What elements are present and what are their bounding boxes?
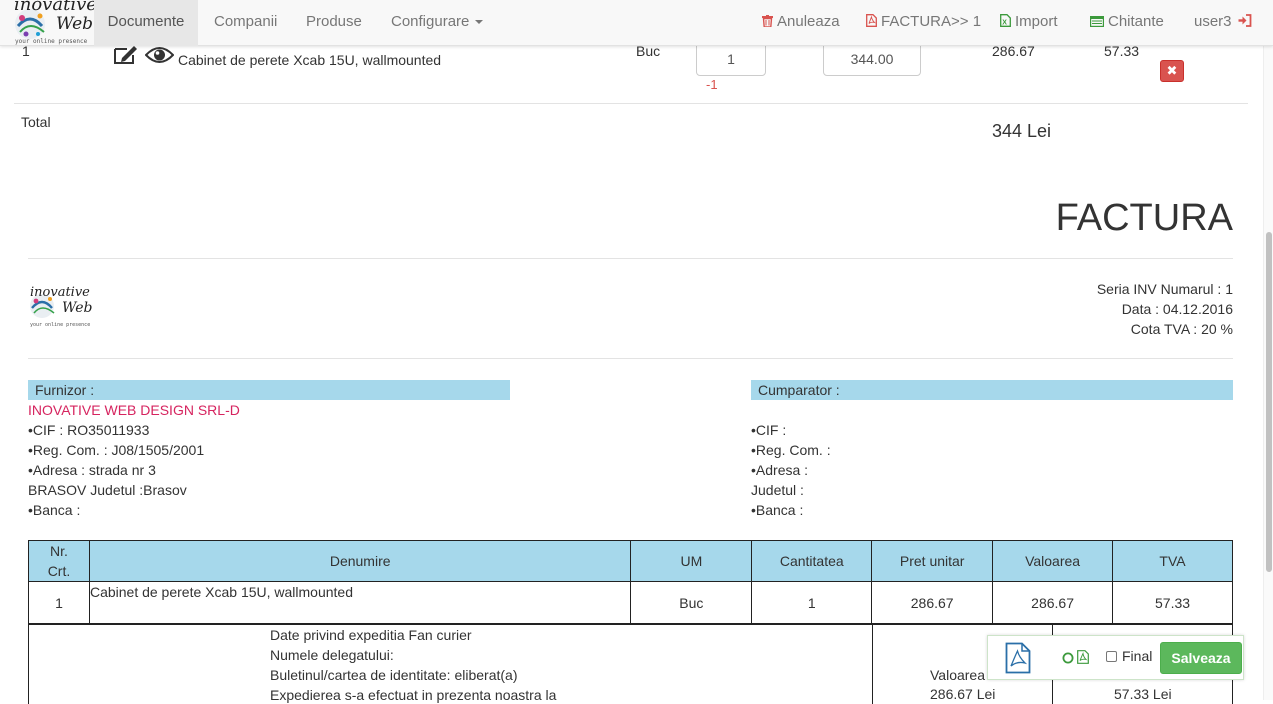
col-valoarea: Valoarea: [992, 540, 1114, 582]
col-nr-crt: Nr. Crt.: [28, 540, 90, 582]
nav-configurare-label: Configurare: [391, 13, 470, 30]
user-label: user3: [1194, 13, 1232, 30]
page-scrollbar[interactable]: [1263, 0, 1273, 700]
excel-icon: X: [1000, 14, 1011, 27]
floating-save-bar: Final Salveaza: [987, 635, 1244, 680]
furnizor-oras: BRASOV Judetul :Brasov: [28, 482, 187, 498]
furnizor-cif: •CIF : RO35011933: [28, 422, 150, 438]
chitante-link[interactable]: Chitante: [1090, 0, 1164, 46]
delete-row-button[interactable]: ✖: [1160, 60, 1184, 82]
footer-valoarea-label: Valoarea: [930, 667, 986, 683]
col-crt-label: Crt.: [47, 563, 71, 579]
invoice-logo: inovative Web your online presence: [28, 285, 94, 331]
factura-label: FACTURA>> 1: [881, 13, 982, 30]
price-input[interactable]: 344.00: [823, 42, 921, 76]
pdf-icon[interactable]: [1077, 650, 1089, 664]
cumparator-banca: •Banca :: [751, 502, 804, 518]
pdf-icon: [866, 14, 877, 27]
nav-configurare-dropdown[interactable]: Configurare: [391, 0, 484, 46]
invoice-data: Data : 04.12.2016: [1121, 301, 1233, 317]
quantity-delta: -1: [706, 77, 718, 92]
col-tva: TVA: [1112, 540, 1233, 582]
col-cantitatea: Cantitatea: [751, 540, 873, 582]
close-icon: ✖: [1166, 63, 1178, 78]
nav-produse[interactable]: Produse: [306, 0, 362, 46]
list-icon: [1090, 16, 1104, 27]
col-denumire: Denumire: [88, 540, 632, 582]
nav-produse-label: Produse: [306, 13, 362, 30]
trash-icon: [762, 15, 773, 27]
table-row: 1 Cabinet de perete Xcab 15U, wallmounte…: [28, 581, 1233, 624]
invoice-serie: Seria INV Numarul : 1: [1096, 281, 1233, 297]
nav-companii-label: Companii: [214, 13, 278, 30]
cell-denumire: Cabinet de perete Xcab 15U, wallmounted: [88, 581, 632, 624]
invoice-cota-tva: Cota TVA : 20 %: [1130, 321, 1233, 337]
nav-documente[interactable]: Documente: [94, 0, 198, 46]
cumparator-cif: •CIF :: [751, 422, 787, 438]
invoice-logo-line2: Web: [62, 300, 93, 316]
edit-icon[interactable]: [113, 43, 139, 65]
cell-nr: 1: [28, 581, 90, 624]
invoice-logo-tagline: your online presence: [30, 322, 91, 328]
divider: [28, 358, 1233, 359]
total-label: Total: [21, 114, 51, 130]
chitante-label: Chitante: [1108, 13, 1164, 30]
expeditie-line3: Buletinul/cartea de identitate: eliberat…: [270, 667, 518, 683]
invoice-title: FACTURA: [1055, 197, 1233, 239]
col-pret-unitar: Pret unitar: [871, 540, 994, 582]
furnizor-name: INOVATIVE WEB DESIGN SRL-D: [28, 402, 240, 418]
import-label: Import: [1015, 13, 1058, 30]
invoice-logo-line1: inovative: [30, 285, 90, 300]
col-nr-label: Nr.: [50, 543, 68, 559]
logo-line1: inovative: [14, 0, 97, 15]
cell-cantitatea: 1: [751, 581, 873, 624]
cumparator-adresa: •Adresa :: [751, 462, 809, 478]
eye-icon[interactable]: [145, 45, 174, 65]
divider: [14, 103, 1248, 104]
import-link[interactable]: X Import: [1000, 0, 1058, 46]
cell-pret-unitar: 286.67: [871, 581, 994, 624]
cumparator-reg: •Reg. Com. :: [751, 442, 831, 458]
save-button[interactable]: Salveaza: [1160, 642, 1242, 674]
expeditie-line1: Date privind expeditia Fan curier: [270, 627, 472, 643]
cell-um: Buc: [630, 581, 753, 624]
cell-valoarea: 286.67: [992, 581, 1114, 624]
user-logout-link[interactable]: user3: [1194, 0, 1252, 46]
furnizor-banca: •Banca :: [28, 502, 81, 518]
expeditie-line2: Numele delegatului:: [270, 647, 394, 663]
furnizor-header: Furnizor :: [28, 380, 510, 400]
logo-tagline: your online presence: [15, 38, 88, 45]
status-circle-icon: [1062, 652, 1074, 664]
furnizor-adresa: •Adresa : strada nr 3: [28, 462, 156, 478]
invoice-items-table: Nr. Crt. Denumire UM Cantitatea Pret unit…: [28, 540, 1233, 624]
top-navbar: inovative Web your online presence Docum…: [0, 0, 1273, 46]
final-label: Final: [1122, 648, 1153, 664]
divider: [28, 258, 1233, 259]
final-checkbox[interactable]: [1106, 651, 1117, 662]
nav-documente-label: Documente: [107, 13, 185, 30]
cell-tva: 57.33: [1112, 581, 1233, 624]
cumparator-header: Cumparator :: [751, 380, 1233, 400]
expeditie-line4: Expedierea s-a efectuat in prezenta noas…: [270, 687, 557, 703]
footer-divider: [872, 624, 873, 704]
logo-line2: Web: [56, 14, 94, 34]
logout-icon: [1238, 14, 1252, 27]
cumparator-judet: Judetul :: [751, 482, 804, 498]
brand-logo[interactable]: inovative Web your online presence: [12, 0, 97, 46]
table-header-row: Nr. Crt. Denumire UM Cantitatea Pret unit…: [28, 540, 1233, 582]
svg-text:X: X: [1002, 20, 1007, 27]
chevron-down-icon: [475, 20, 484, 25]
total-value: 344 Lei: [992, 121, 1052, 141]
nav-companii[interactable]: Companii: [214, 0, 277, 46]
furnizor-reg: •Reg. Com. : J08/1505/2001: [28, 442, 205, 458]
factura-pdf-link[interactable]: FACTURA>> 1: [866, 0, 981, 46]
quantity-input[interactable]: 1: [696, 42, 766, 76]
col-um: UM: [630, 540, 753, 582]
anuleaza-label: Anuleaza: [777, 13, 840, 30]
edit-row-product: Cabinet de perete Xcab 15U, wallmounted: [178, 52, 442, 68]
anuleaza-link[interactable]: Anuleaza: [762, 0, 840, 46]
pdf-icon[interactable]: [1005, 642, 1031, 674]
scrollbar-thumb[interactable]: [1266, 232, 1272, 572]
